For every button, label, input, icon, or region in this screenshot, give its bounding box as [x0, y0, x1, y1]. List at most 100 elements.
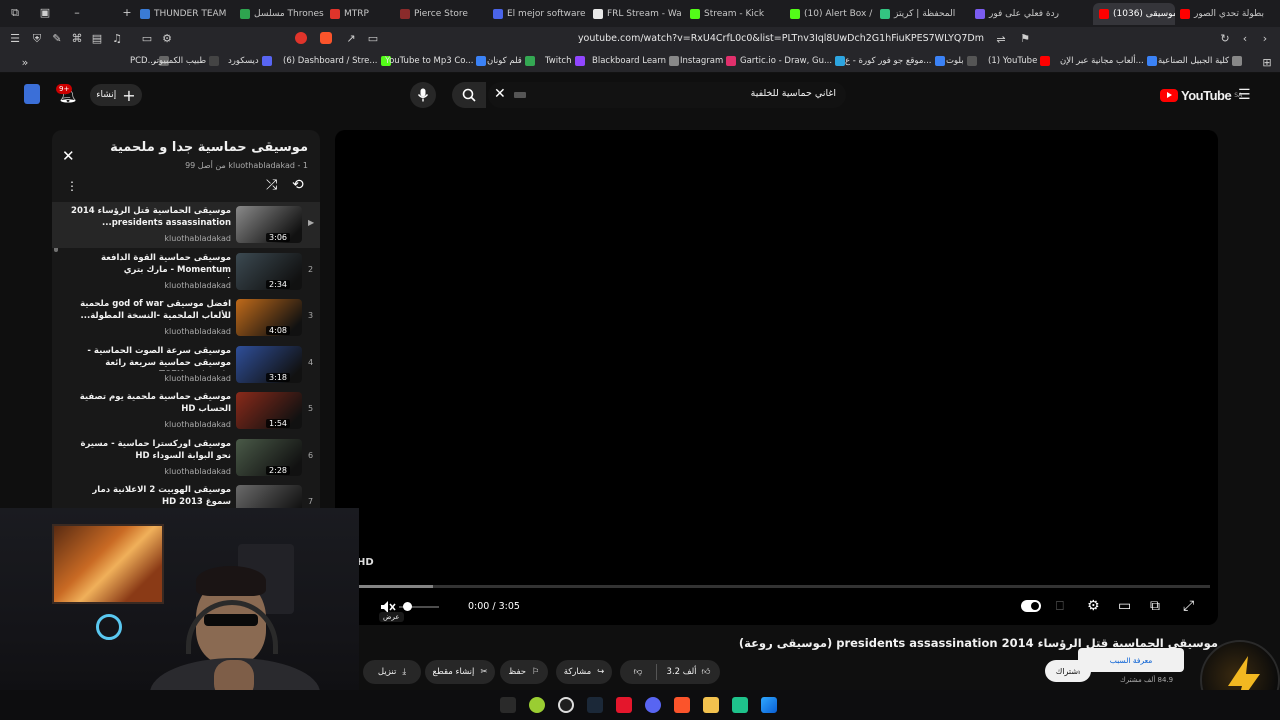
bookmark-item[interactable]: طبيب الكمبيوتر [152, 56, 220, 66]
guide-menu-icon[interactable]: ☰ [1238, 88, 1254, 102]
bookmark-item[interactable]: كلية الجبيل الصناعية [1158, 56, 1243, 66]
reader-icon[interactable]: ▤ [90, 32, 104, 46]
avatar[interactable] [22, 84, 42, 104]
playlist-item[interactable]: 5 موسيقى حماسية ملحمية يوم تصفية الحساب H… [52, 388, 320, 434]
clip-button[interactable]: إنشاء مقطع ✂ [425, 660, 495, 684]
like-button[interactable]: 3.2 ألف 👍︎ [657, 667, 720, 677]
youtube-logo[interactable]: YouTube SA [1160, 88, 1242, 103]
close-playlist-icon[interactable]: ✕ [62, 147, 75, 165]
clear-search-icon[interactable]: ✕ [494, 86, 506, 102]
taskbar-app-green[interactable] [732, 697, 748, 713]
playlist-item[interactable]: 3 افضل موسيقى god of war ملحمية للألعاب ا… [52, 295, 320, 341]
address-bar[interactable]: youtube.com/watch?v=RxU4CrfL0c0&list=PLT… [290, 30, 1016, 50]
bookmark-item[interactable]: ألعاب مجانية عبر الإن... [1060, 56, 1157, 66]
autoplay-toggle[interactable] [1021, 600, 1041, 612]
bookmark-item[interactable]: بلوت [946, 56, 977, 66]
browser-tab[interactable]: (1036) موسيقى [1093, 3, 1175, 25]
apps-icon[interactable]: ⊞ [1260, 56, 1274, 70]
share-button[interactable]: مشاركة ↪ [556, 660, 612, 684]
back-icon[interactable]: ‹ [1238, 32, 1252, 46]
taskbar-app-lime[interactable] [529, 697, 545, 713]
shield-icon[interactable]: ⛨ [30, 32, 44, 46]
sidebar-toggle-icon[interactable]: ⧉ [8, 6, 22, 20]
playlist-item-title: موسيقى حماسية ملحمية يوم تصفية الحساب HD [79, 392, 231, 414]
channel-hint-tooltip[interactable]: معرفة السبب [1078, 648, 1184, 672]
tab-label: Pierce Store [414, 9, 468, 19]
browser-tab[interactable]: El mejor software [493, 3, 590, 25]
taskbar-app-steam[interactable] [587, 697, 603, 713]
taskbar-app-adobe[interactable] [616, 697, 632, 713]
playlist-item[interactable]: 4 موسيقى سرعة الصوت الحماسية - موسيقى حما… [52, 342, 320, 388]
settings-gear-icon[interactable]: ⚙ [1087, 598, 1100, 614]
music-icon[interactable]: ♫ [110, 32, 124, 46]
bookmark-item[interactable]: موقع جو فور كورة - ع... [845, 56, 945, 66]
browser-tab[interactable]: MTRP [330, 3, 392, 25]
more-options-icon[interactable]: ⋮ [66, 179, 78, 193]
video-player[interactable]: HD عرض 0:00 / 3:05 ⎕ ⚙ ▭ ⧉ ⤢ [335, 130, 1218, 625]
progress-bar[interactable] [347, 585, 1210, 588]
browser-tab[interactable]: (10) Alert Box / S [790, 3, 875, 25]
dislike-icon[interactable]: 👎︎ [620, 667, 656, 677]
browser-tab[interactable]: ردة فعلي على فور [975, 3, 1085, 25]
forward-icon[interactable]: › [1258, 32, 1272, 46]
bookmark-item[interactable]: YouTube to Mp3 Co... [385, 56, 487, 66]
taskbar-app-terminal[interactable] [500, 697, 516, 713]
taskbar-app-files[interactable] [703, 697, 719, 713]
browser-tab[interactable]: FRL Stream - Wa [593, 3, 685, 25]
browser-tab[interactable]: Stream - Kick [690, 3, 785, 25]
create-button[interactable]: إنشاء + [90, 84, 142, 106]
playlist-item[interactable]: 2 موسيقى حماسية القوة الدافعة Momentum - … [52, 249, 320, 295]
browser-tab[interactable]: THUNDER TEAM [140, 3, 230, 25]
collapse-icon[interactable]: » [18, 56, 32, 70]
volume-handle[interactable] [403, 602, 412, 611]
bookmark-item[interactable]: قلم كونان [487, 56, 535, 66]
fullscreen-icon[interactable]: ⤢ [1183, 598, 1194, 614]
bookmarks-bar: » PCD... طبيب الكمبيوتر ديسكورد (6) Dashboa… [0, 53, 1280, 73]
screenshot-icon[interactable]: ⌘ [70, 32, 84, 46]
browser-tab[interactable]: بطولة تحدي الصور [1180, 3, 1278, 25]
bookmark-item[interactable]: Instagram [680, 56, 737, 66]
browser-tab[interactable]: المحفظة | كريتز [880, 3, 970, 25]
download-label: تنزيل [377, 667, 397, 677]
playlist-thumbnail[interactable] [236, 485, 302, 510]
bookmark-item[interactable]: Gartic.io - Draw, Gu... [740, 56, 846, 66]
extension-icon[interactable]: ✎ [50, 32, 64, 46]
keyboard-icon[interactable] [514, 92, 526, 98]
cast-screen-icon[interactable]: ⧉ [1150, 598, 1160, 614]
save-button[interactable]: حفظ ⚐ [500, 660, 548, 684]
voice-search-button[interactable] [410, 82, 436, 108]
theater-mode-icon[interactable]: ▭ [1118, 598, 1131, 614]
taskbar-app-discord[interactable] [645, 697, 661, 713]
reload-icon[interactable]: ↻ [1218, 32, 1232, 46]
taskbar-app-windows[interactable] [761, 697, 777, 713]
taskbar-app-obs[interactable] [558, 697, 574, 713]
bookmark-item[interactable]: (6) Dashboard / Stre... [283, 56, 391, 66]
buffered-bar [347, 585, 434, 588]
loop-icon[interactable]: ⟲ [292, 177, 304, 193]
bookmark-item[interactable]: Twitch [545, 56, 585, 66]
bookmark-item[interactable]: (1) YouTube [988, 56, 1051, 66]
playlist-item[interactable]: 6 موسيقى اوركسترا حماسية - مسيرة نحو البو… [52, 435, 320, 481]
new-tab-icon[interactable]: + [120, 6, 134, 20]
tune-icon[interactable]: ⇌ [994, 33, 1008, 47]
search-input[interactable]: ✕ اغاني حماسية للخلفية [488, 82, 846, 108]
browser-tab[interactable]: Pierce Store [400, 3, 490, 25]
browser-tab[interactable]: مسلسل Thrones [240, 3, 325, 25]
minimize-icon[interactable]: – [70, 6, 84, 20]
download-button[interactable]: تنزيل ⤓ [363, 660, 421, 684]
playlist-item[interactable]: 7 موسيقى الهوبيت 2 الاعلانية دمار سموغ HD… [52, 481, 320, 510]
search-button[interactable] [452, 82, 486, 108]
playlist-title[interactable]: موسيقى حماسية جدا و ملحمية [110, 140, 308, 155]
bookmark-item[interactable]: Blackboard Learn [592, 56, 680, 66]
bookmark-item[interactable]: ديسكورد [228, 56, 272, 66]
menu-icon[interactable]: ☰ [8, 32, 22, 46]
tab-search-icon[interactable]: ▣ [38, 6, 52, 20]
playlist-item[interactable]: ▶ موسيقى الحماسية قتل الرؤساء 2014 presid… [52, 202, 320, 248]
subtitles-icon[interactable]: ⎕ [1056, 599, 1064, 614]
volume-slider[interactable] [399, 602, 439, 611]
cast-icon[interactable]: ▭ [140, 32, 154, 46]
bookmark-icon[interactable]: ⚑ [1018, 32, 1032, 46]
settings-icon[interactable]: ⚙ [160, 32, 174, 46]
taskbar-app-brave[interactable] [674, 697, 690, 713]
shuffle-icon[interactable]: ⤮ [266, 177, 277, 193]
